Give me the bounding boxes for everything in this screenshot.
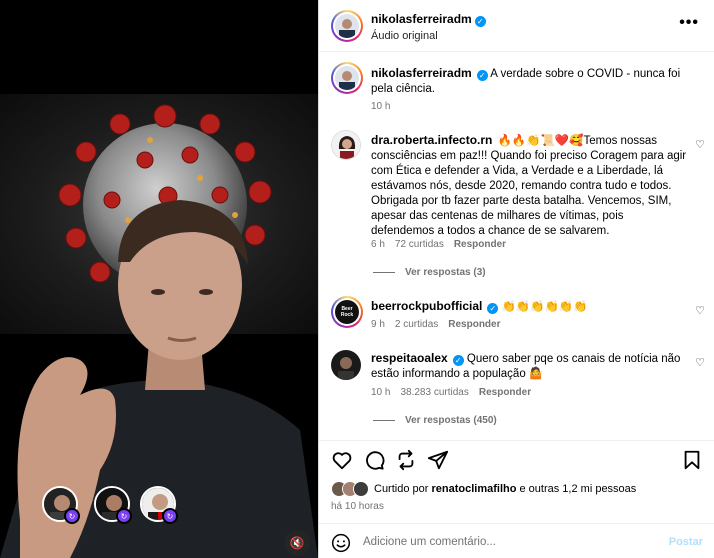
cohost-badge-icon: ↻ [64,508,80,524]
liked-by-user[interactable]: renatoclimafilho [431,483,516,495]
share-send-icon[interactable] [427,449,449,471]
liked-by-text[interactable]: Curtido por renatoclimafilho e outras 1,… [374,483,636,495]
instagram-reel-post: ↻ ↻ ↻ 🔇 nikolasferreiradm ✓ Áudio origina… [0,0,714,558]
speaker-person [0,200,318,558]
author-username[interactable]: nikolasferreiradm [371,12,472,26]
reply-button[interactable]: Responder [479,387,531,398]
replies-divider [373,272,395,273]
like-comment-heart-icon[interactable]: ♡ [695,304,705,317]
more-options-icon[interactable]: ••• [679,14,699,32]
view-replies-button[interactable]: Ver respostas (3) [373,267,486,278]
video-player[interactable]: ↻ ↻ ↻ 🔇 [0,0,318,558]
audio-label[interactable]: Áudio original [371,30,486,42]
reply-button[interactable]: Responder [448,319,500,330]
verified-badge-icon: ✓ [474,16,486,27]
view-replies-label: Ver respostas (3) [405,267,486,278]
emoji-icon[interactable] [331,533,351,553]
replies-divider [373,420,395,421]
comment-time[interactable]: 6 h [371,239,385,250]
add-comment-bar: Postar [319,523,714,558]
comment-time[interactable]: 10 h [371,387,390,398]
post-comment-button[interactable]: Postar [669,536,703,548]
like-comment-heart-icon[interactable]: ♡ [695,138,705,151]
view-replies-label: Ver respostas (450) [405,415,497,426]
comment-bubble-icon[interactable] [363,449,385,471]
liked-by-prefix: Curtido por [374,483,432,495]
comment-username[interactable]: respeitaoalex [371,351,448,365]
beer-rock-logo: Beer Rock [340,306,354,318]
repost-icon[interactable] [395,449,417,471]
author-avatar[interactable] [331,10,363,42]
liked-by-row: Curtido por renatoclimafilho e outras 1,… [331,481,636,497]
speaker-muted-icon: 🔇 [289,536,305,550]
cohost-badge-icon: ↻ [162,508,178,524]
liked-by-suffix: e outras 1,2 mi pessoas [516,483,637,495]
liker-avatar[interactable] [353,481,369,497]
reply-button[interactable]: Responder [454,239,506,250]
caption-time[interactable]: 10 h [371,101,390,112]
comment-time[interactable]: 9 h [371,319,385,330]
comment-likes[interactable]: 2 curtidas [395,319,438,330]
cohost-badge-icon: ↻ [116,508,132,524]
caption-author-avatar[interactable] [331,62,363,94]
comment-likes[interactable]: 72 curtidas [395,239,444,250]
comment-text: 👏👏👏👏👏👏 [501,301,588,313]
verified-badge-icon: ✓ [476,70,488,81]
like-heart-icon[interactable] [331,449,353,471]
commenter-avatar[interactable]: Beer Rock [331,296,363,328]
comment-text: 🔥🔥👏📜❤️🥰Temos nossas consciências em paz!… [371,135,687,237]
post-header: nikolasferreiradm ✓ Áudio original ••• [319,0,714,52]
verified-badge-icon: ✓ [452,355,464,366]
commenter-avatar[interactable] [331,130,361,160]
like-comment-heart-icon[interactable]: ♡ [695,356,705,369]
post-details-panel: nikolasferreiradm ✓ Áudio original ••• ni… [318,0,714,558]
mute-button[interactable]: 🔇 [284,530,310,556]
comment-username[interactable]: dra.roberta.infecto.rn [371,133,492,147]
post-time[interactable]: há 10 horas [331,501,384,512]
caption-username[interactable]: nikolasferreiradm [371,66,472,80]
verified-badge-icon: ✓ [487,303,499,314]
comment-username[interactable]: beerrockpubofficial [371,299,482,313]
comment-input[interactable] [363,532,653,552]
comment-likes[interactable]: 38.283 curtidas [400,387,468,398]
save-bookmark-icon[interactable] [681,449,703,471]
commenter-avatar[interactable] [331,350,361,380]
view-replies-button[interactable]: Ver respostas (450) [373,415,497,426]
post-actions: Curtido por renatoclimafilho e outras 1,… [319,440,714,558]
